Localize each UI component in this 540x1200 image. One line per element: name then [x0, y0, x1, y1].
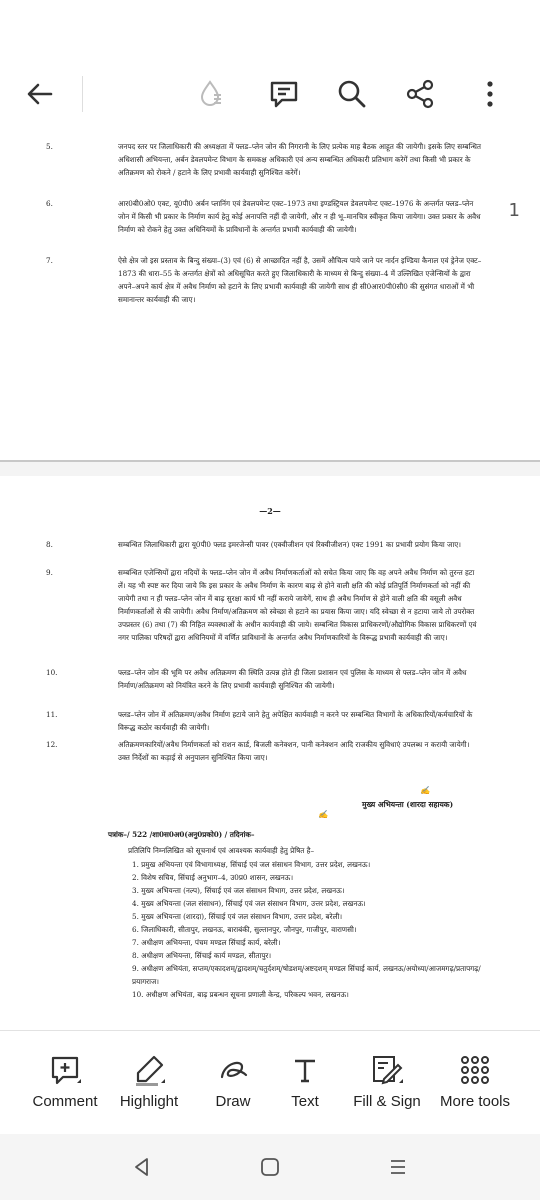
share-button[interactable]: [398, 72, 442, 116]
document-viewer[interactable]: 5. जनपद स्तर पर जिलाधिकारी की अध्यक्षता …: [0, 136, 540, 1030]
handwritten-signature: ✍: [318, 810, 328, 819]
page2-item-12: 12. अतिक्रमणकारियों/अवैध निर्माणकर्ता को…: [46, 738, 483, 764]
page-indicator[interactable]: 1: [509, 200, 520, 221]
reference-number: पत्रांक–/ 522 /शा0स0अ0(अनु0प्रको0) / तदि…: [108, 830, 255, 839]
nav-back-button[interactable]: [122, 1152, 162, 1182]
copy-list-item: 10. अधीक्षण अभियंता, बाढ़ प्रबन्धन सूचना…: [132, 990, 349, 999]
copy-list-item: 1. प्रमुख अभियन्ता एवं विभागाध्यक्ष, सिं…: [132, 860, 371, 869]
tool-label: More tools: [439, 1093, 511, 1110]
page2-item-11: 11. फ्लड–प्लेन जोन में अतिक्रमण/अवैध निर…: [46, 708, 483, 734]
liquid-mode-button[interactable]: [188, 72, 232, 116]
item-number: 9.: [46, 568, 53, 577]
tool-label: Comment: [32, 1093, 98, 1110]
copy-list-item: 4. मुख्य अभियन्ता (जल संसाधन), सिंचाई एव…: [132, 899, 366, 908]
item-number: 10.: [46, 668, 58, 677]
nav-home-icon: [261, 1158, 279, 1176]
copy-list-item: 7. अधीक्षण अभियन्ता, पंचम मण्डल सिंचाई क…: [132, 938, 281, 947]
item-number: 6.: [46, 199, 53, 208]
handwritten-initials: ✍: [420, 786, 430, 795]
page1-item-7: 7. ऐसे क्षेत्र जो इस प्रस्ताव के बिन्दु …: [46, 254, 483, 306]
more-vertical-icon: [487, 81, 493, 107]
page2-item-8: 8. सम्बन्धित जिलाधिकारी द्वारा यू0पी0 फ्…: [46, 538, 483, 551]
page-separator: [0, 460, 540, 476]
copy-to-intro: प्रतिलिपि निम्नलिखित को सूचनार्थ एवं आवश…: [128, 846, 315, 855]
item-text: आर0बी0ओ0 एक्ट, यू0पी0 अर्बन प्लानिंग एवं…: [118, 199, 481, 234]
nav-home-button[interactable]: [250, 1152, 290, 1182]
item-text: सम्बन्धित एजेन्सियों द्वारा नदियों के फ्…: [118, 568, 477, 642]
page2-item-9: 9. सम्बन्धित एजेन्सियों द्वारा नदियों के…: [46, 566, 483, 644]
copy-list: 1. प्रमुख अभियन्ता एवं विभागाध्यक्ष, सिं…: [132, 858, 492, 1001]
draw-icon: [220, 1061, 248, 1079]
nav-recents-icon: [391, 1160, 405, 1174]
copy-list-item: 6. जिलाधिकारी, सीतापुर, लखनऊ, बाराबंकी, …: [132, 925, 357, 934]
tool-label: Text: [291, 1093, 319, 1110]
item-text: सम्बन्धित जिलाधिकारी द्वारा यू0पी0 फ्लड …: [118, 540, 461, 549]
tool-label: Highlight: [119, 1093, 179, 1110]
item-text: फ्लड–प्लेन जोन की भूमि पर अवैध अतिक्रमण …: [118, 668, 467, 690]
item-number: 11.: [46, 710, 58, 719]
bottom-tools-bar: Comment Highlight Draw Text Fill & Sign …: [0, 1030, 540, 1135]
page1-item-5: 5. जनपद स्तर पर जिलाधिकारी की अध्यक्षता …: [46, 140, 483, 179]
item-number: 12.: [46, 740, 58, 749]
fill-sign-tool[interactable]: Fill & Sign: [342, 1053, 432, 1110]
copy-list-item: 9. अधीक्षण अभियंता, सप्तम/एकादशम्/द्वादश…: [132, 964, 481, 986]
copy-list-item: 3. मुख्य अभियन्ता (नल्प), सिंचाई एवं जल …: [132, 886, 345, 895]
comments-list-button[interactable]: [262, 72, 306, 116]
grid-dots-icon: [461, 1056, 489, 1084]
back-button[interactable]: [18, 72, 62, 116]
item-number: 7.: [46, 256, 53, 265]
more-options-button[interactable]: [468, 72, 512, 116]
text-tool[interactable]: Text: [260, 1053, 350, 1110]
copy-list-item: 8. अधीक्षण अभियन्ता, सिंचाई कार्य मण्डल,…: [132, 951, 272, 960]
item-text: फ्लड–प्लेन जोन में अतिक्रमण/अवैध निर्माण…: [118, 710, 473, 732]
comment-tool[interactable]: Comment: [20, 1053, 110, 1110]
highlight-tool[interactable]: Highlight: [104, 1053, 194, 1110]
liquid-mode-icon: [200, 80, 221, 106]
highlighter-icon: [136, 1055, 165, 1086]
fill-sign-icon: [373, 1056, 403, 1085]
item-text: जनपद स्तर पर जिलाधिकारी की अध्यक्षता में…: [118, 142, 481, 177]
toolbar-divider: [82, 76, 83, 112]
comment-plus-icon: [51, 1056, 81, 1085]
document-page-2: —2— 8. सम्बन्धित जिलाधिकारी द्वारा यू0पी…: [0, 476, 540, 1030]
item-number: 5.: [46, 142, 53, 151]
item-number: 8.: [46, 540, 53, 549]
search-icon: [338, 80, 366, 108]
system-navigation-bar: [0, 1134, 540, 1200]
copy-list-item: 2. विशेष सचिव, सिंचाई अनुभाग–4, उ0प्र0 श…: [132, 873, 294, 882]
signature-line: मुख्य अभियन्ता (शारदा सहायक): [362, 800, 454, 809]
more-tools[interactable]: More tools: [430, 1053, 520, 1110]
copy-list-item: 5. मुख्य अभियन्ता (शारदा), सिंचाई एवं जल…: [132, 912, 343, 921]
page-number-label: —2—: [259, 506, 281, 516]
item-text: ऐसे क्षेत्र जो इस प्रस्ताव के बिन्दु संख…: [118, 256, 482, 304]
top-toolbar: [0, 50, 540, 136]
page2-item-10: 10. फ्लड–प्लेन जोन की भूमि पर अवैध अतिक्…: [46, 666, 483, 692]
comment-list-icon: [270, 81, 298, 108]
share-icon: [406, 79, 434, 109]
status-bar: [0, 0, 540, 50]
nav-back-icon: [135, 1158, 148, 1176]
nav-recents-button[interactable]: [378, 1152, 418, 1182]
item-text: अतिक्रमणकारियों/अवैध निर्माणकर्ता को राश…: [118, 740, 470, 762]
search-button[interactable]: [330, 72, 374, 116]
text-icon: [295, 1059, 315, 1083]
page1-item-6: 6. आर0बी0ओ0 एक्ट, यू0पी0 अर्बन प्लानिंग …: [46, 197, 483, 236]
arrow-left-icon: [27, 83, 53, 105]
document-page-1: 5. जनपद स्तर पर जिलाधिकारी की अध्यक्षता …: [0, 136, 540, 460]
tool-label: Fill & Sign: [353, 1093, 421, 1110]
